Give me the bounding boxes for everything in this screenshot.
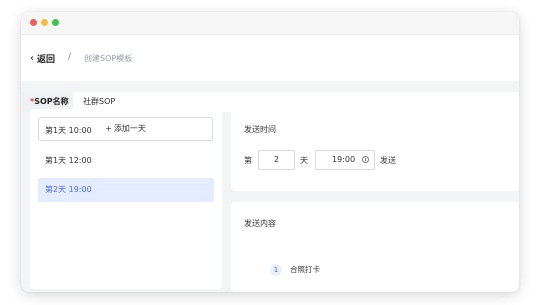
day-number-input[interactable]: 2 <box>258 150 295 170</box>
send-time-title: 发送时间 <box>244 125 276 134</box>
day-prefix-label: 第 <box>244 156 252 165</box>
day-unit-label: 天 <box>300 156 308 165</box>
send-suffix-label: 发送 <box>380 156 396 165</box>
add-day-button[interactable]: + 添加一天 <box>38 117 213 141</box>
content-item-index: 1 <box>270 264 282 276</box>
window-titlebar <box>21 12 519 35</box>
back-button[interactable]: ‹ 返回 <box>30 48 55 68</box>
page-header: ‹ 返回 / 创建SOP模板 <box>21 35 519 81</box>
clock-icon <box>362 156 369 163</box>
send-content-panel: 发送内容 <box>231 202 519 292</box>
breadcrumb: 创建SOP模板 <box>84 54 133 63</box>
add-day-label: 添加一天 <box>113 124 146 133</box>
send-time-panel: 发送时间 第 2 天 19:00 发送 <box>231 109 519 191</box>
close-window-button[interactable] <box>30 19 37 26</box>
time-picker-input[interactable]: 19:00 <box>315 150 375 170</box>
day-item-2[interactable]: 第1天 12:00 <box>38 149 214 173</box>
sop-name-label-text: SOP名称 <box>34 97 69 106</box>
app-window: ‹ 返回 / 创建SOP模板 *SOP名称 社群SOP 第1天 10:00 第1… <box>21 12 519 292</box>
maximize-window-button[interactable] <box>52 19 59 26</box>
breadcrumb-separator: / <box>68 52 72 62</box>
plus-icon: + <box>105 124 112 133</box>
send-content-title: 发送内容 <box>244 219 276 228</box>
time-value: 19:00 <box>332 155 356 164</box>
back-label: 返回 <box>37 54 56 65</box>
chevron-left-icon: ‹ <box>30 52 34 64</box>
content-item-text[interactable]: 合照打卡 <box>290 264 320 276</box>
minimize-window-button[interactable] <box>41 19 48 26</box>
day-item-3[interactable]: 第2天 19:00 <box>38 178 214 202</box>
